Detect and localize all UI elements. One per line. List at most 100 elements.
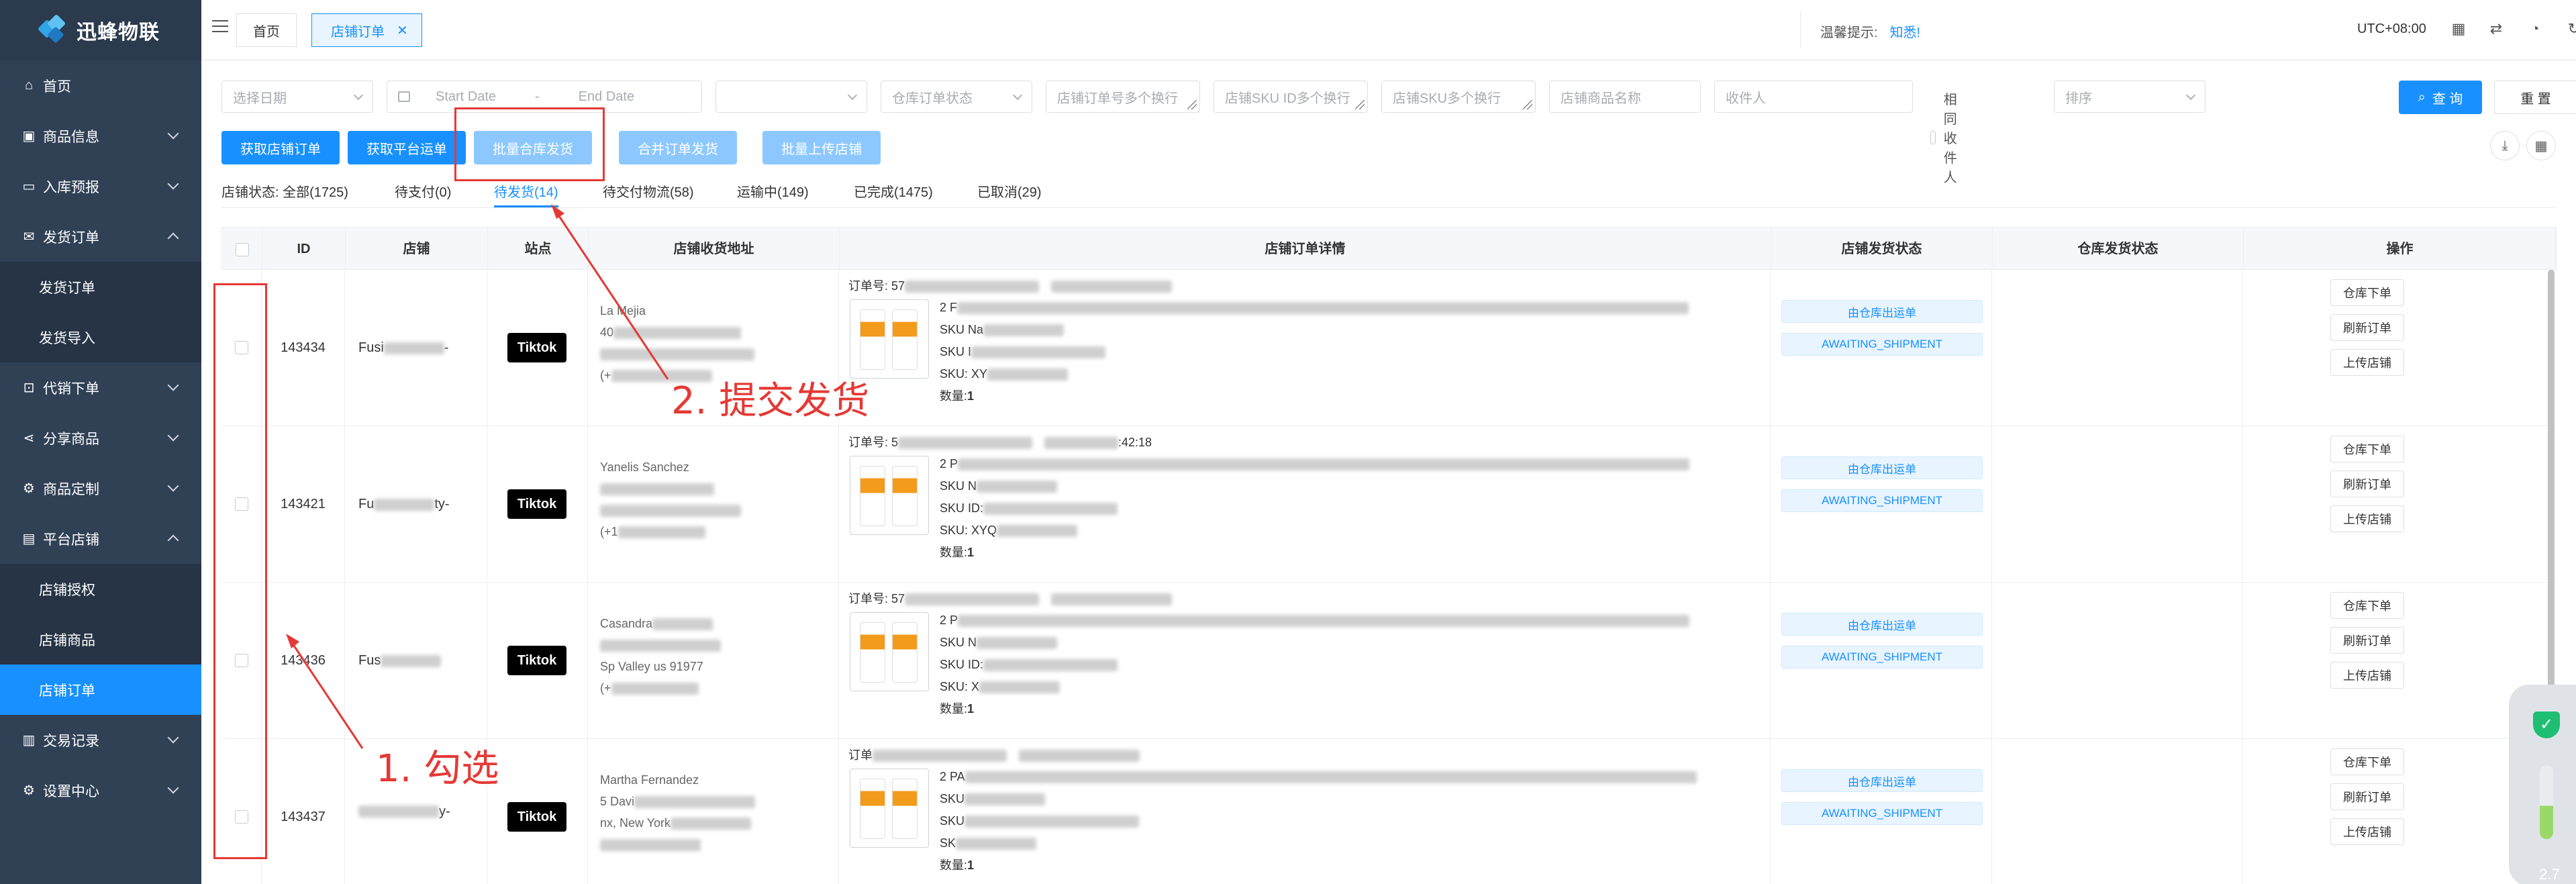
tab-home[interactable]: 首页 bbox=[236, 13, 297, 47]
close-icon[interactable]: ✕ bbox=[397, 22, 408, 39]
floating-widget[interactable]: ✓ bbox=[2509, 685, 2576, 884]
bell-icon[interactable]: ◔ bbox=[2526, 20, 2544, 38]
timezone-label[interactable]: UTC+08:00 bbox=[2357, 21, 2426, 37]
sidebar-item-platform-shops[interactable]: ▤ 平台店铺 bbox=[0, 513, 201, 564]
fetch-shop-orders-button[interactable]: 获取店铺订单 bbox=[221, 131, 340, 164]
resize-handle-icon bbox=[1355, 100, 1365, 109]
chevron-down-icon bbox=[167, 128, 179, 140]
product-image[interactable] bbox=[850, 769, 929, 848]
table-row[interactable]: 143434 Fusi - Tiktok La Mejia 40 (+ 订单号: … bbox=[221, 270, 2556, 426]
translate-icon[interactable]: ⇄ bbox=[2487, 20, 2505, 38]
sidebar-item-transactions[interactable]: ▥ 交易记录 bbox=[0, 715, 201, 765]
sidebar-item-shipping-orders[interactable]: ✉ 发货订单 bbox=[0, 211, 201, 262]
sku-id-textarea[interactable]: 店铺SKU ID多个换行 bbox=[1213, 81, 1368, 113]
tip-link[interactable]: 知悉! bbox=[1890, 26, 1921, 40]
reset-button[interactable]: 重 置 bbox=[2494, 81, 2576, 114]
batch-upload-shop-button[interactable]: 批量上传店铺 bbox=[762, 131, 881, 164]
sidebar-item-consignment[interactable]: ⊡ 代销下单 bbox=[0, 362, 201, 413]
sidebar-item-share-products[interactable]: ⋖ 分享商品 bbox=[0, 413, 201, 463]
product-image[interactable] bbox=[850, 612, 929, 691]
shop-select[interactable] bbox=[715, 81, 867, 113]
upload-shop-button[interactable]: 上传店铺 bbox=[2330, 349, 2404, 376]
tab-status-pending-shipment[interactable]: 待发货(14) bbox=[494, 181, 558, 207]
shipping-address: Casandra Sp Valley us 91977 (+ bbox=[588, 583, 839, 739]
fetch-platform-waybill-button[interactable]: 获取平台运单 bbox=[348, 131, 466, 164]
settings-icon: ⚙ bbox=[23, 783, 35, 798]
chevron-down-icon bbox=[167, 430, 179, 442]
sidebar-subitem-shop-products[interactable]: 店铺商品 bbox=[0, 614, 201, 665]
warehouse-order-button[interactable]: 仓库下单 bbox=[2330, 748, 2404, 775]
tab-shop-orders[interactable]: 店铺订单 ✕ bbox=[311, 13, 422, 47]
refresh-icon[interactable]: ↻ bbox=[2565, 20, 2576, 38]
table-row[interactable]: 143436 Fus Tiktok Casandra Sp Valley us … bbox=[221, 583, 2556, 739]
order-no-textarea[interactable]: 店铺订单号多个换行 bbox=[1046, 81, 1200, 113]
divider bbox=[221, 207, 2556, 208]
sidebar-subitem-shop-auth[interactable]: 店铺授权 bbox=[0, 564, 201, 614]
query-button[interactable]: ⌕ 查 询 bbox=[2399, 81, 2482, 114]
annotation-step2: 2. 提交发货 bbox=[671, 379, 870, 423]
status-badge: 由仓库出运单 bbox=[1781, 769, 1983, 792]
refresh-order-button[interactable]: 刷新订单 bbox=[2330, 627, 2404, 654]
merge-order-ship-button[interactable]: 合并订单发货 bbox=[619, 131, 737, 164]
sidebar-item-inbound-forecast[interactable]: ▭ 入库预报 bbox=[0, 161, 201, 211]
grid-icon[interactable]: ▦ bbox=[2450, 20, 2467, 38]
table-header: ID 店铺 站点 店铺收货地址 店铺订单详情 店铺发货状态 仓库发货状态 操作 bbox=[221, 227, 2557, 271]
refresh-order-button[interactable]: 刷新订单 bbox=[2330, 314, 2404, 341]
status-badge: AWAITING_SHIPMENT bbox=[1781, 802, 1983, 825]
table-row[interactable]: 143421 Fu ty- Tiktok Yanelis Sanchez (+1 … bbox=[221, 426, 2556, 583]
order-id: 143437 bbox=[262, 739, 345, 884]
shop-ship-status: 由仓库出运单 AWAITING_SHIPMENT bbox=[1771, 270, 1992, 426]
sidebar-subitem-shop-orders[interactable]: 店铺订单 bbox=[0, 665, 201, 715]
tab-status-all[interactable]: 店铺状态: 全部(1725) bbox=[221, 181, 348, 201]
upload-shop-button[interactable]: 上传店铺 bbox=[2330, 818, 2404, 845]
tab-status-in-transit[interactable]: 运输中(149) bbox=[737, 181, 809, 201]
upload-shop-button[interactable]: 上传店铺 bbox=[2330, 662, 2404, 689]
select-all-checkbox[interactable] bbox=[235, 242, 249, 256]
tab-status-completed[interactable]: 已完成(1475) bbox=[854, 181, 933, 201]
order-detail: 订单号: 57 2 F SKU Na SKU I SKU: XY 数量:1 bbox=[839, 270, 1771, 426]
menu-toggle-icon[interactable] bbox=[212, 20, 228, 34]
column-header: 店铺 bbox=[346, 228, 488, 271]
warehouse-ship-status bbox=[1992, 739, 2243, 884]
shipping-address: Martha Fernandez 5 Davi nx, New York bbox=[588, 739, 839, 884]
app-name: 迅蜂物联 bbox=[77, 21, 160, 44]
refresh-order-button[interactable]: 刷新订单 bbox=[2330, 783, 2404, 810]
warehouse-order-button[interactable]: 仓库下单 bbox=[2330, 592, 2404, 619]
sku-textarea[interactable]: 店铺SKU多个换行 bbox=[1381, 81, 1536, 113]
tab-status-pending-logistics[interactable]: 待交付物流(58) bbox=[603, 181, 694, 201]
sort-select[interactable]: 排序 bbox=[2054, 81, 2206, 113]
sidebar-item-settings[interactable]: ⚙ 设置中心 bbox=[0, 765, 201, 816]
same-recipient-checkbox[interactable]: 相同收件人 bbox=[1930, 89, 1965, 186]
warehouse-order-button[interactable]: 仓库下单 bbox=[2330, 436, 2404, 462]
sidebar-item-custom-products[interactable]: ⚙ 商品定制 bbox=[0, 463, 201, 513]
product-name-input[interactable]: 店铺商品名称 bbox=[1549, 81, 1701, 113]
search-icon: ⌕ bbox=[2418, 89, 2426, 105]
status-badge: 由仓库出运单 bbox=[1781, 300, 1983, 323]
sidebar-subitem-shipping-import[interactable]: 发货导入 bbox=[0, 312, 201, 362]
chevron-up-icon bbox=[167, 534, 179, 546]
warehouse-order-button[interactable]: 仓库下单 bbox=[2330, 279, 2404, 306]
share-icon: ⋖ bbox=[23, 431, 35, 446]
table-row[interactable]: 143437 y- Tiktok Martha Fernandez 5 Davi… bbox=[221, 739, 2556, 884]
app-logo[interactable]: 迅蜂物联 bbox=[0, 0, 201, 60]
sidebar-subitem-shipping-orders[interactable]: 发货订单 bbox=[0, 262, 201, 312]
date-type-select[interactable]: 选择日期 bbox=[221, 81, 373, 113]
sidebar-item-home[interactable]: ⌂ 首页 bbox=[0, 60, 201, 111]
tab-status-cancelled[interactable]: 已取消(29) bbox=[977, 181, 1042, 201]
recipient-input[interactable]: 收件人 bbox=[1714, 81, 1913, 113]
shop-ship-status: 由仓库出运单 AWAITING_SHIPMENT bbox=[1771, 426, 1992, 583]
download-icon[interactable]: ⤓ bbox=[2490, 131, 2520, 160]
sidebar-item-product-info[interactable]: ▣ 商品信息 bbox=[0, 111, 201, 161]
tip-notice: 温馨提示: 知悉! bbox=[1820, 26, 1921, 40]
tab-status-pending-payment[interactable]: 待支付(0) bbox=[395, 181, 451, 201]
logo-icon bbox=[37, 13, 67, 45]
product-image[interactable] bbox=[850, 456, 929, 535]
shop-name: Fus bbox=[345, 583, 487, 739]
chevron-down-icon bbox=[1012, 90, 1023, 101]
product-image[interactable] bbox=[850, 299, 929, 379]
refresh-order-button[interactable]: 刷新订单 bbox=[2330, 471, 2404, 497]
columns-icon[interactable]: ▦ bbox=[2526, 131, 2556, 160]
order-status-select[interactable]: 仓库订单状态 bbox=[881, 81, 1032, 113]
upload-shop-button[interactable]: 上传店铺 bbox=[2330, 505, 2404, 532]
column-header: 仓库发货状态 bbox=[1993, 228, 2244, 271]
